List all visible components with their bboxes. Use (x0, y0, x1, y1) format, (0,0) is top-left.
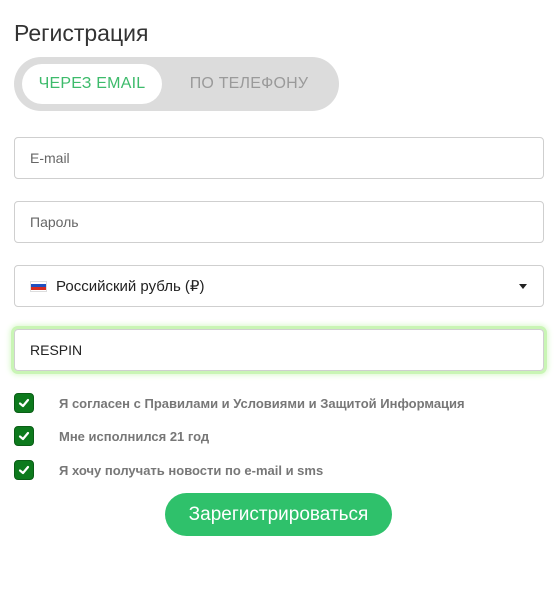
newsletter-checkbox-row: Я хочу получать новости по e-mail и sms (14, 460, 323, 480)
tab-phone[interactable]: ПО ТЕЛЕФОНУ (166, 64, 332, 104)
tab-email[interactable]: ЧЕРЕЗ EMAIL (22, 64, 162, 104)
checkmark-icon (18, 431, 30, 441)
password-input[interactable] (30, 214, 543, 230)
page-title: Регистрация (14, 20, 149, 46)
currency-selected-value: Российский рубль (₽) (56, 278, 205, 295)
terms-checkbox[interactable] (14, 393, 34, 413)
register-button[interactable]: Зарегистрироваться (165, 493, 392, 536)
terms-checkbox-row: Я согласен с Правилами и Условиями и Защ… (14, 393, 465, 413)
email-field-wrapper (14, 137, 544, 179)
password-field-wrapper (14, 201, 544, 243)
email-input[interactable] (30, 150, 543, 166)
currency-select[interactable]: Российский рубль (₽) (14, 265, 544, 307)
caret-down-icon (519, 284, 527, 289)
terms-label: Я согласен с Правилами и Условиями и Защ… (59, 395, 465, 411)
age-checkbox[interactable] (14, 426, 34, 446)
checkmark-icon (18, 398, 30, 408)
promo-code-input[interactable]: RESPIN (14, 329, 544, 371)
registration-method-tabs: ЧЕРЕЗ EMAIL ПО ТЕЛЕФОНУ (14, 57, 339, 111)
newsletter-checkbox[interactable] (14, 460, 34, 480)
newsletter-label: Я хочу получать новости по e-mail и sms (59, 462, 324, 478)
age-checkbox-row: Мне исполнился 21 год (14, 426, 209, 446)
russia-flag-icon (30, 280, 47, 292)
age-label: Мне исполнился 21 год (59, 428, 210, 444)
checkmark-icon (18, 465, 30, 475)
